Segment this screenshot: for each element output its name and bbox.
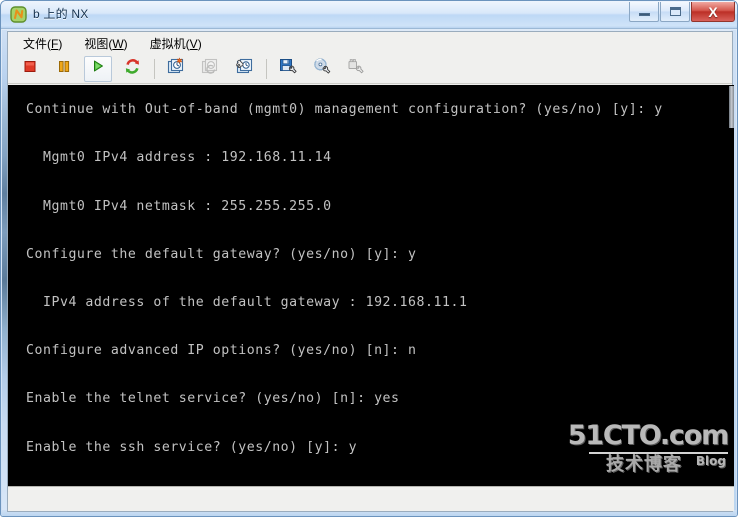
suspend-button[interactable] [50,56,78,82]
toolbar [8,54,732,84]
usb-settings-button [342,56,370,82]
toolbar-separator-1 [154,58,155,79]
menu-item-view-post: ) [123,36,128,51]
floppy-wrench-icon [279,57,297,80]
menu-item-vm-post: ) [197,36,202,51]
usb-wrench-icon [347,57,365,80]
console-scrollbar[interactable] [729,86,734,488]
status-bar [8,486,734,511]
close-icon: X [692,2,734,21]
window-title: b 上的 NX [33,7,89,21]
play-triangle-icon [90,58,106,79]
take-snapshot-button[interactable] [162,56,190,82]
menu-item-file-pre: 文件( [23,36,51,51]
watermark-blog: Blog [695,454,726,468]
client-area: 文件(F) 视图(W) 虚拟机(V) Continue with Out-of-… [7,31,734,512]
stop-square-icon [22,58,38,79]
menu-item-vm-pre: 虚拟机( [149,36,190,51]
maximize-button[interactable] [660,2,690,22]
menu-item-file[interactable]: 文件(F) [20,33,65,54]
menu-item-file-post: ) [58,36,63,51]
menu-item-vm-mnemonic: V [189,36,198,51]
minimize-button[interactable] [629,2,659,22]
network-settings-button[interactable] [274,56,302,82]
reset-arrows-icon [124,58,141,80]
toolbar-separator-2 [266,58,267,79]
snapshot-revert-icon [201,57,219,80]
nx-vmware-console-window: b 上的 NX X 文件(F) 视图(W) 虚拟机(V) Continue wi… [0,0,738,517]
reset-button[interactable] [118,56,146,82]
menu-item-view-mnemonic: W [112,36,124,51]
vm-console-screen[interactable]: Continue with Out-of-band (mgmt0) manage… [8,85,734,488]
menu-item-view-pre: 视图( [84,36,113,51]
cd-settings-button[interactable] [308,56,336,82]
console-text: Continue with Out-of-band (mgmt0) manage… [26,102,663,488]
title-bar[interactable]: b 上的 NX X [1,1,737,29]
cd-wrench-icon [313,57,331,80]
menu-item-view[interactable]: 视图(W) [81,33,130,54]
menu-bar: 文件(F) 视图(W) 虚拟机(V) [8,32,732,54]
close-button-label: X [708,3,718,20]
power-off-button[interactable] [16,56,44,82]
pause-bars-icon [56,58,72,79]
snapshot-manager-icon [235,57,253,80]
snapshot-new-icon [167,57,185,80]
menu-item-virtual-machine[interactable]: 虚拟机(V) [147,33,205,54]
minimize-icon [630,2,658,21]
console-scrollbar-thumb[interactable] [729,86,734,128]
manage-snapshots-button[interactable] [230,56,258,82]
nx-app-icon [10,6,27,23]
power-on-button[interactable] [84,55,112,82]
revert-snapshot-button [196,56,224,82]
maximize-icon [661,2,689,21]
close-button[interactable]: X [691,2,735,22]
